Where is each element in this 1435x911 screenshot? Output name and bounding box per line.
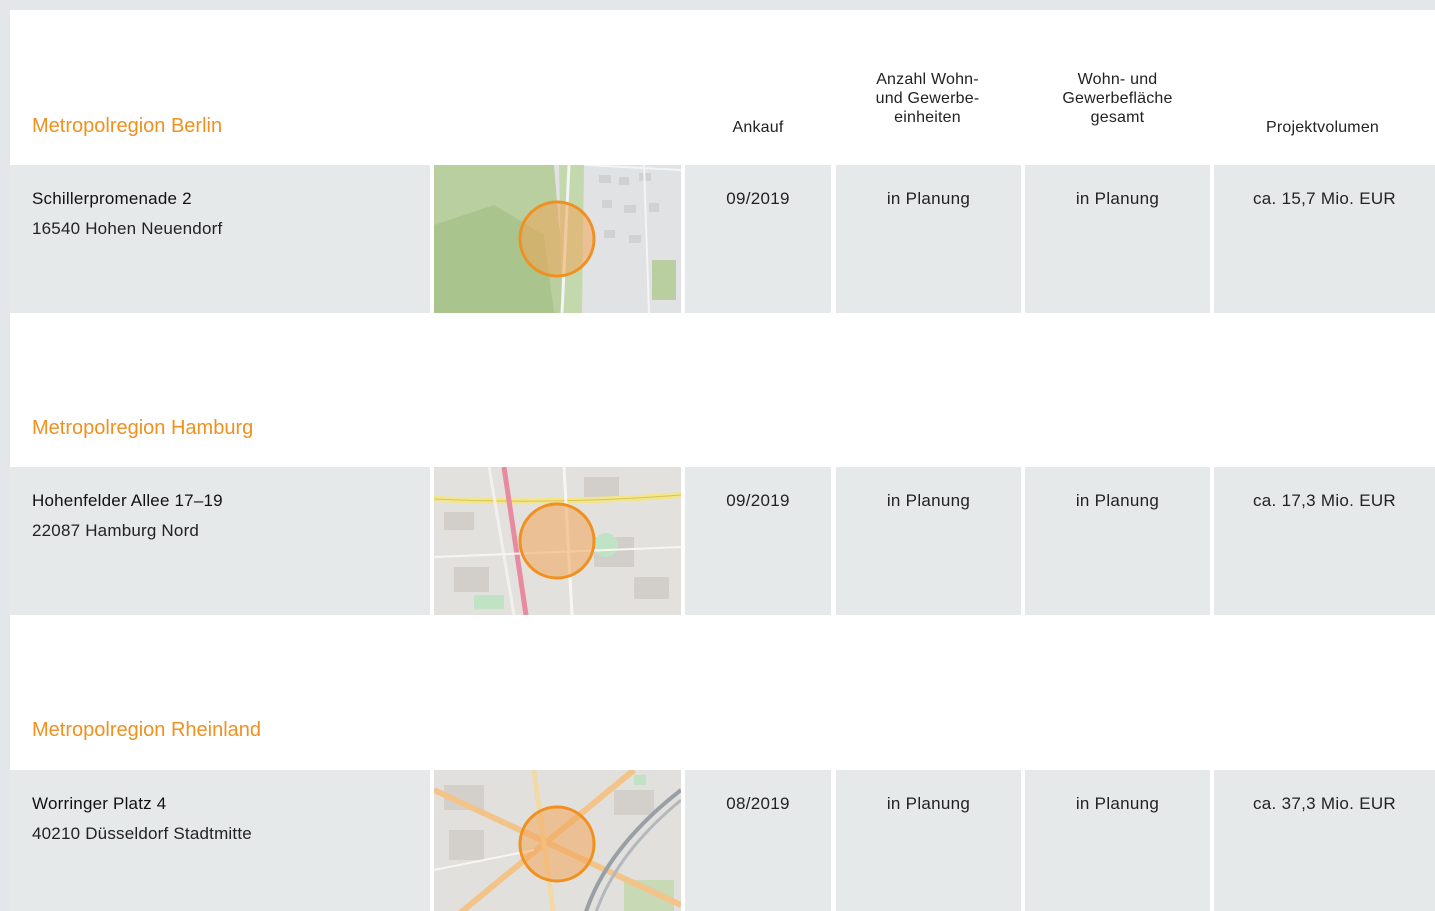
region-title: Metropolregion Hamburg [32, 417, 254, 439]
einheiten-value: in Planung [886, 491, 971, 510]
column-header-projektvolumen: Projektvolumen [1265, 119, 1380, 136]
flaeche-value: in Planung [1075, 794, 1160, 813]
city-address: 22087 Hamburg Nord [32, 521, 200, 540]
street-address: Schillerpromenade 2 [32, 189, 192, 208]
column-header-flaeche: Wohn- und Gewerbefläche gesamt [1062, 71, 1173, 126]
flaeche-cell: in Planung [1025, 165, 1210, 313]
property-row: Hohenfelder Allee 17–19 22087 Hamburg No… [10, 467, 1435, 615]
address-cell: Worringer Platz 4 40210 Düsseldorf Stadt… [10, 770, 430, 911]
einheiten-cell: in Planung [836, 770, 1021, 911]
volumen-cell: ca. 37,3 Mio. EUR [1214, 770, 1435, 911]
einheiten-value: in Planung [886, 794, 971, 813]
flaeche-value: in Planung [1075, 189, 1160, 208]
street-address: Worringer Platz 4 [32, 794, 167, 813]
flaeche-cell: in Planung [1025, 770, 1210, 911]
property-row: Worringer Platz 4 40210 Düsseldorf Stadt… [10, 770, 1435, 911]
property-row: Schillerpromenade 2 16540 Hohen Neuendor… [10, 165, 1435, 313]
ankauf-value: 09/2019 [726, 189, 790, 208]
city-address: 40210 Düsseldorf Stadtmitte [32, 824, 252, 843]
einheiten-cell: in Planung [836, 467, 1021, 615]
flaeche-value: in Planung [1075, 491, 1160, 510]
address-cell: Hohenfelder Allee 17–19 22087 Hamburg No… [10, 467, 430, 615]
volumen-cell: ca. 15,7 Mio. EUR [1214, 165, 1435, 313]
ankauf-cell: 09/2019 [685, 467, 831, 615]
volumen-value: ca. 15,7 Mio. EUR [1252, 189, 1397, 208]
flaeche-cell: in Planung [1025, 467, 1210, 615]
address-cell: Schillerpromenade 2 16540 Hohen Neuendor… [10, 165, 430, 313]
location-map[interactable] [434, 165, 681, 313]
location-map[interactable] [434, 467, 681, 615]
location-map[interactable] [434, 770, 681, 911]
column-header-einheiten: Anzahl Wohn- und Gewerbe- einheiten [875, 71, 980, 126]
city-address: 16540 Hohen Neuendorf [32, 219, 223, 238]
region-title: Metropolregion Rheinland [32, 719, 262, 741]
page: Metropolregion Berlin Ankauf Anzahl Wohn… [10, 10, 1435, 911]
einheiten-value: in Planung [886, 189, 971, 208]
column-header-ankauf: Ankauf [732, 119, 784, 136]
street-address: Hohenfelder Allee 17–19 [32, 491, 223, 510]
einheiten-cell: in Planung [836, 165, 1021, 313]
volumen-value: ca. 17,3 Mio. EUR [1252, 491, 1397, 510]
ankauf-cell: 08/2019 [685, 770, 831, 911]
region-title: Metropolregion Berlin [32, 115, 223, 137]
volumen-cell: ca. 17,3 Mio. EUR [1214, 467, 1435, 615]
ankauf-value: 09/2019 [726, 491, 790, 510]
volumen-value: ca. 37,3 Mio. EUR [1252, 794, 1397, 813]
ankauf-cell: 09/2019 [685, 165, 831, 313]
ankauf-value: 08/2019 [726, 794, 790, 813]
